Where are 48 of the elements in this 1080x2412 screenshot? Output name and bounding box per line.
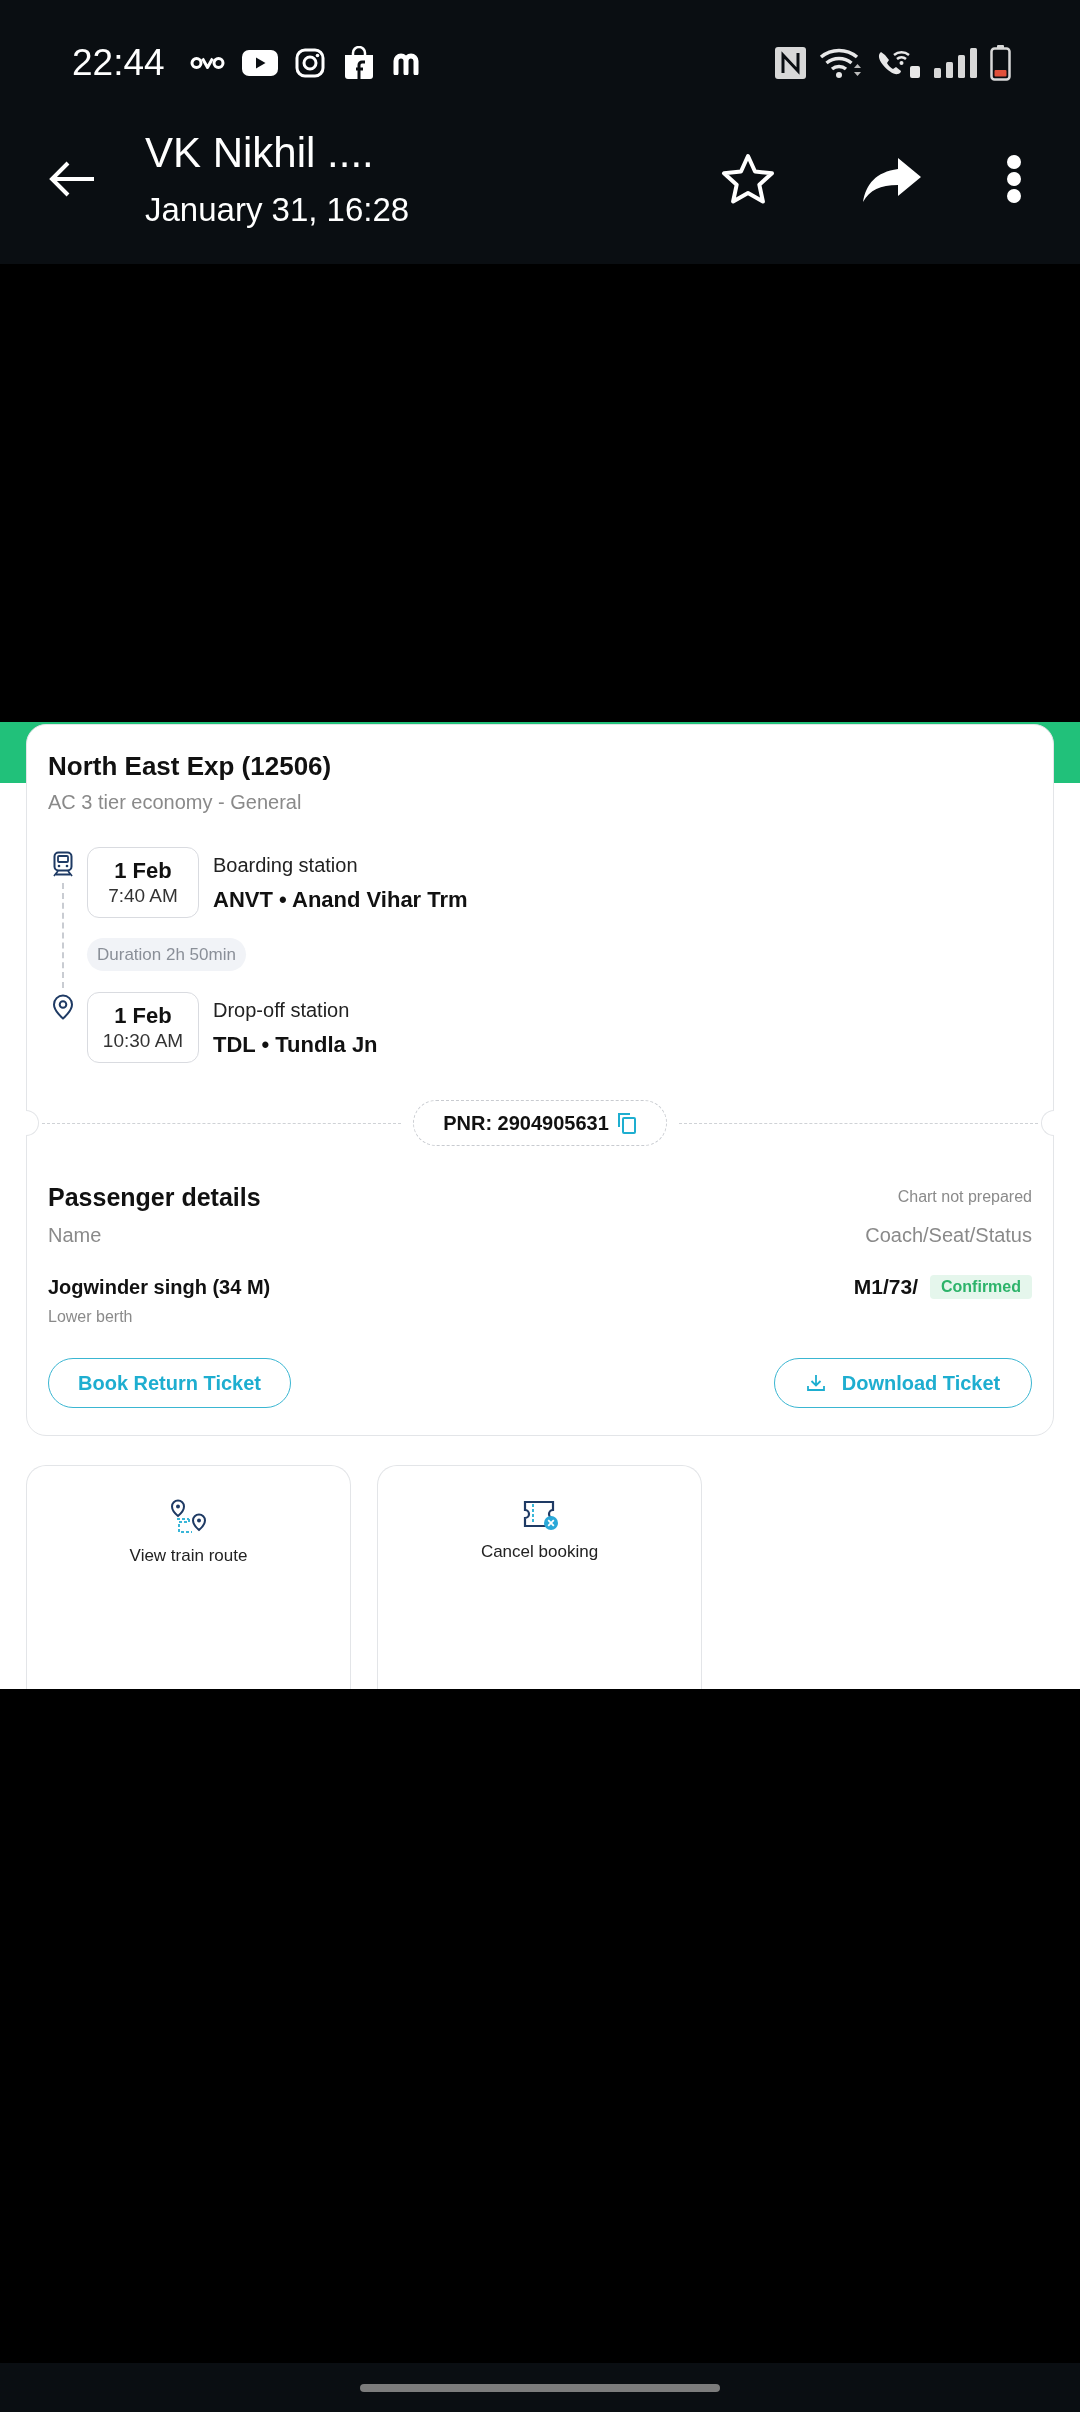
station-name: TDL • Tundla Jn — [213, 1031, 378, 1059]
signal-icon — [934, 48, 977, 78]
train-name: North East Exp (12506) — [48, 750, 333, 782]
camera-icon — [294, 48, 325, 78]
train-icon — [51, 851, 75, 877]
station-name: ANVT • Anand Vihar Trm — [213, 886, 468, 914]
more-options-button[interactable] — [1004, 153, 1024, 205]
action-tile[interactable]: View train route — [26, 1465, 351, 1689]
status-badge: Confirmed — [930, 1275, 1032, 1299]
coach-seat: M1/73/ — [853, 1274, 918, 1300]
download-icon — [805, 1373, 826, 1393]
app-logo-icon — [189, 55, 225, 71]
star-icon — [721, 153, 775, 205]
stop-date: 1 Feb — [114, 1002, 172, 1029]
location-pin-icon — [52, 994, 74, 1020]
action-tile[interactable]: Cancel booking — [377, 1465, 702, 1689]
stop-date: 1 Feb — [114, 857, 172, 884]
chart-status: Chart not prepared — [897, 1187, 1032, 1207]
home-handle[interactable] — [360, 2383, 720, 2392]
duration-chip: Duration 2h 50min — [87, 938, 246, 971]
pnr-number: PNR: 2904905631 — [443, 1111, 609, 1136]
message-date: January 31, 16:28 — [145, 189, 410, 230]
back-button[interactable] — [48, 159, 96, 199]
route-pins-icon — [169, 1499, 208, 1535]
action-label: View train route — [129, 1545, 248, 1567]
more-options-icon — [1006, 154, 1022, 204]
column-header: Coach/Seat/Status — [865, 1223, 1032, 1248]
action-label: Cancel booking — [480, 1541, 599, 1563]
stop-label: Drop-off station — [213, 998, 351, 1023]
column-header: Name — [48, 1223, 102, 1248]
clock-time: 22:44 — [72, 41, 165, 85]
ticket-notch — [1041, 1110, 1054, 1136]
nfc-icon — [775, 47, 806, 79]
ticket-notch — [26, 1110, 39, 1136]
passenger-name: Jogwinder singh (34 M) — [48, 1275, 271, 1300]
wifi-icon — [819, 47, 863, 79]
battery-icon — [990, 45, 1011, 81]
section-title: Passenger details — [48, 1182, 261, 1213]
share-icon — [862, 156, 922, 202]
stop-time: 7:40 AM — [108, 884, 178, 908]
chat-title: VK Nikhil .... — [145, 128, 375, 177]
back-arrow-icon — [48, 160, 96, 198]
berth-type: Lower berth — [48, 1307, 134, 1327]
travel-class: AC 3 tier economy - General — [48, 790, 303, 815]
stop-label: Boarding station — [213, 853, 359, 878]
stop-time: 10:30 AM — [102, 1029, 184, 1053]
copy-icon[interactable] — [616, 1112, 637, 1134]
video-play-icon — [241, 50, 278, 76]
